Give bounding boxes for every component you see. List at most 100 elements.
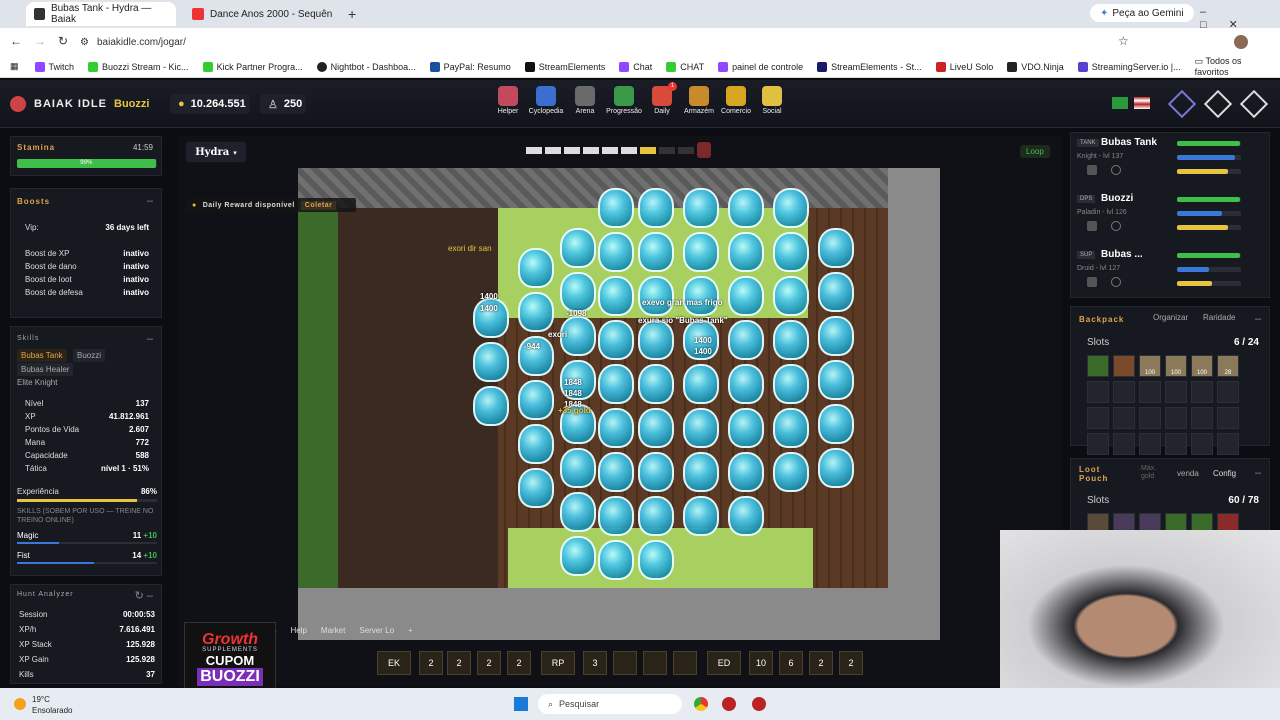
all-favorites[interactable]: ▭ Todos os favoritos — [1195, 56, 1270, 77]
hydra-creature[interactable] — [598, 188, 634, 228]
hydra-creature[interactable] — [638, 232, 674, 272]
hydra-creature[interactable] — [773, 232, 809, 272]
hydra-creature[interactable] — [518, 468, 554, 508]
browser-tab-youtube[interactable]: Dance Anos 2000 - Sequên — [184, 2, 354, 26]
rarity-button[interactable]: Raridade — [1203, 313, 1235, 322]
hydra-creature[interactable] — [638, 188, 674, 228]
hotkey-slot[interactable] — [613, 651, 637, 675]
hydra-creature[interactable] — [560, 272, 596, 312]
hydra-creature[interactable] — [598, 496, 634, 536]
hydra-creature[interactable] — [638, 320, 674, 360]
nav-armazem[interactable]: Armazém — [678, 86, 720, 115]
bookmark-se-st[interactable]: StreamElements - St... — [817, 61, 922, 72]
hotkey-slot[interactable]: 3 — [583, 651, 607, 675]
hydra-creature[interactable] — [728, 188, 764, 228]
nav-arena[interactable]: Arena — [564, 86, 606, 115]
hydra-creature[interactable] — [683, 452, 719, 492]
back-icon[interactable]: ← — [10, 34, 22, 48]
backpack-slot[interactable] — [1113, 433, 1135, 455]
hydra-creature[interactable] — [728, 408, 764, 448]
char-tab-buozzi[interactable]: Buozzi — [73, 349, 106, 362]
sell-button[interactable]: venda — [1177, 469, 1199, 478]
hotkey-slot[interactable]: 2 — [809, 651, 833, 675]
hotkey-slot[interactable]: 6 — [779, 651, 803, 675]
hydra-creature[interactable] — [818, 448, 854, 488]
hydra-creature[interactable] — [598, 540, 634, 580]
bookmark-chat[interactable]: Chat — [619, 61, 652, 72]
backpack-slot[interactable] — [1087, 355, 1109, 377]
bookmark-streamelements[interactable]: StreamElements — [524, 61, 605, 72]
backpack-slot[interactable] — [1139, 381, 1161, 403]
hydra-creature[interactable] — [683, 496, 719, 536]
bookmark-chat-kick[interactable]: CHAT — [666, 61, 704, 72]
backpack-slot[interactable]: 28 — [1217, 355, 1239, 377]
backpack-slot[interactable] — [1217, 407, 1239, 429]
hydra-creature[interactable] — [728, 452, 764, 492]
bookmark-kick-partner[interactable]: Kick Partner Progra... — [202, 61, 303, 72]
backpack-slot[interactable] — [1087, 381, 1109, 403]
config-button[interactable]: Config — [1213, 469, 1236, 478]
char-tab-bubas-tank[interactable]: Bubas Tank — [17, 349, 67, 362]
taskbar-search[interactable]: ⌕ Pesquisar — [538, 694, 682, 714]
collapse-icon[interactable]: – — [147, 333, 153, 345]
hydra-creature[interactable] — [473, 386, 509, 426]
hydra-creature[interactable] — [773, 408, 809, 448]
backpack-slot[interactable] — [1191, 381, 1213, 403]
hotkey-slot[interactable]: 2 — [447, 651, 471, 675]
hydra-creature[interactable] — [728, 320, 764, 360]
hydra-creature[interactable] — [818, 404, 854, 444]
hydra-creature[interactable] — [598, 276, 634, 316]
windows-start-icon[interactable] — [514, 697, 528, 711]
hydra-creature[interactable] — [773, 320, 809, 360]
url-field[interactable]: ⚙ baiakidle.com/jogar/ — [80, 33, 1090, 51]
bookmark-twitch[interactable]: Twitch — [34, 61, 74, 72]
bookmark-nightbot[interactable]: Nightbot - Dashboa... — [316, 61, 416, 72]
hydra-creature[interactable] — [728, 276, 764, 316]
backpack-slot[interactable] — [1087, 433, 1109, 455]
flag-br-icon[interactable] — [1112, 97, 1128, 109]
hydra-creature[interactable] — [560, 492, 596, 532]
hydra-creature[interactable] — [598, 232, 634, 272]
tab-market[interactable]: Market — [321, 626, 345, 635]
profile-avatar[interactable] — [1234, 35, 1248, 49]
hydra-creature[interactable] — [638, 276, 674, 316]
flag-us-icon[interactable] — [1134, 97, 1150, 109]
hydra-creature[interactable] — [728, 232, 764, 272]
hydra-creature[interactable] — [560, 448, 596, 488]
weather-widget[interactable]: 19°C Ensolarado — [32, 694, 72, 716]
reset-icon[interactable]: ↻ – — [135, 589, 153, 602]
loop-button[interactable]: Loop — [1020, 145, 1050, 158]
app-icon[interactable] — [722, 697, 736, 711]
tab-help[interactable]: Help — [290, 626, 306, 635]
hydra-creature[interactable] — [638, 452, 674, 492]
nav-helper[interactable]: Helper — [487, 86, 529, 115]
hotkey-slot[interactable] — [673, 651, 697, 675]
hotkey-slot[interactable]: 2 — [477, 651, 501, 675]
reload-icon[interactable]: ↻ — [58, 34, 68, 48]
backpack-slot[interactable] — [1113, 407, 1135, 429]
hydra-creature[interactable] — [683, 232, 719, 272]
bookmark-paypal[interactable]: PayPal: Resumo — [429, 61, 511, 72]
game-map[interactable]: exori dir san exevo gran mas frigo exura… — [298, 168, 940, 640]
backpack-slot[interactable] — [1087, 407, 1109, 429]
collapse-icon[interactable]: – — [1255, 313, 1261, 325]
hydra-creature[interactable] — [598, 452, 634, 492]
hotkey-slot[interactable]: 2 — [839, 651, 863, 675]
hotkey-slot[interactable] — [643, 651, 667, 675]
hydra-creature[interactable] — [560, 228, 596, 268]
hydra-creature[interactable] — [818, 316, 854, 356]
collapse-icon[interactable]: – — [1255, 467, 1261, 479]
apps-icon[interactable]: ▦ — [10, 61, 19, 72]
nav-daily[interactable]: Daily — [641, 86, 683, 115]
hydra-creature[interactable] — [598, 408, 634, 448]
backpack-slot[interactable]: 100 — [1165, 355, 1187, 377]
backpack-slot[interactable] — [1217, 381, 1239, 403]
hydra-creature[interactable] — [773, 452, 809, 492]
backpack-slot[interactable] — [1191, 407, 1213, 429]
hydra-creature[interactable] — [683, 188, 719, 228]
party-member[interactable]: DPS Buozzi Paladin - lvl 126 — [1071, 193, 1269, 247]
backpack-slot[interactable] — [1139, 433, 1161, 455]
hydra-creature[interactable] — [683, 276, 719, 316]
backpack-slot[interactable] — [1217, 433, 1239, 455]
hydra-swarm[interactable] — [298, 168, 940, 640]
